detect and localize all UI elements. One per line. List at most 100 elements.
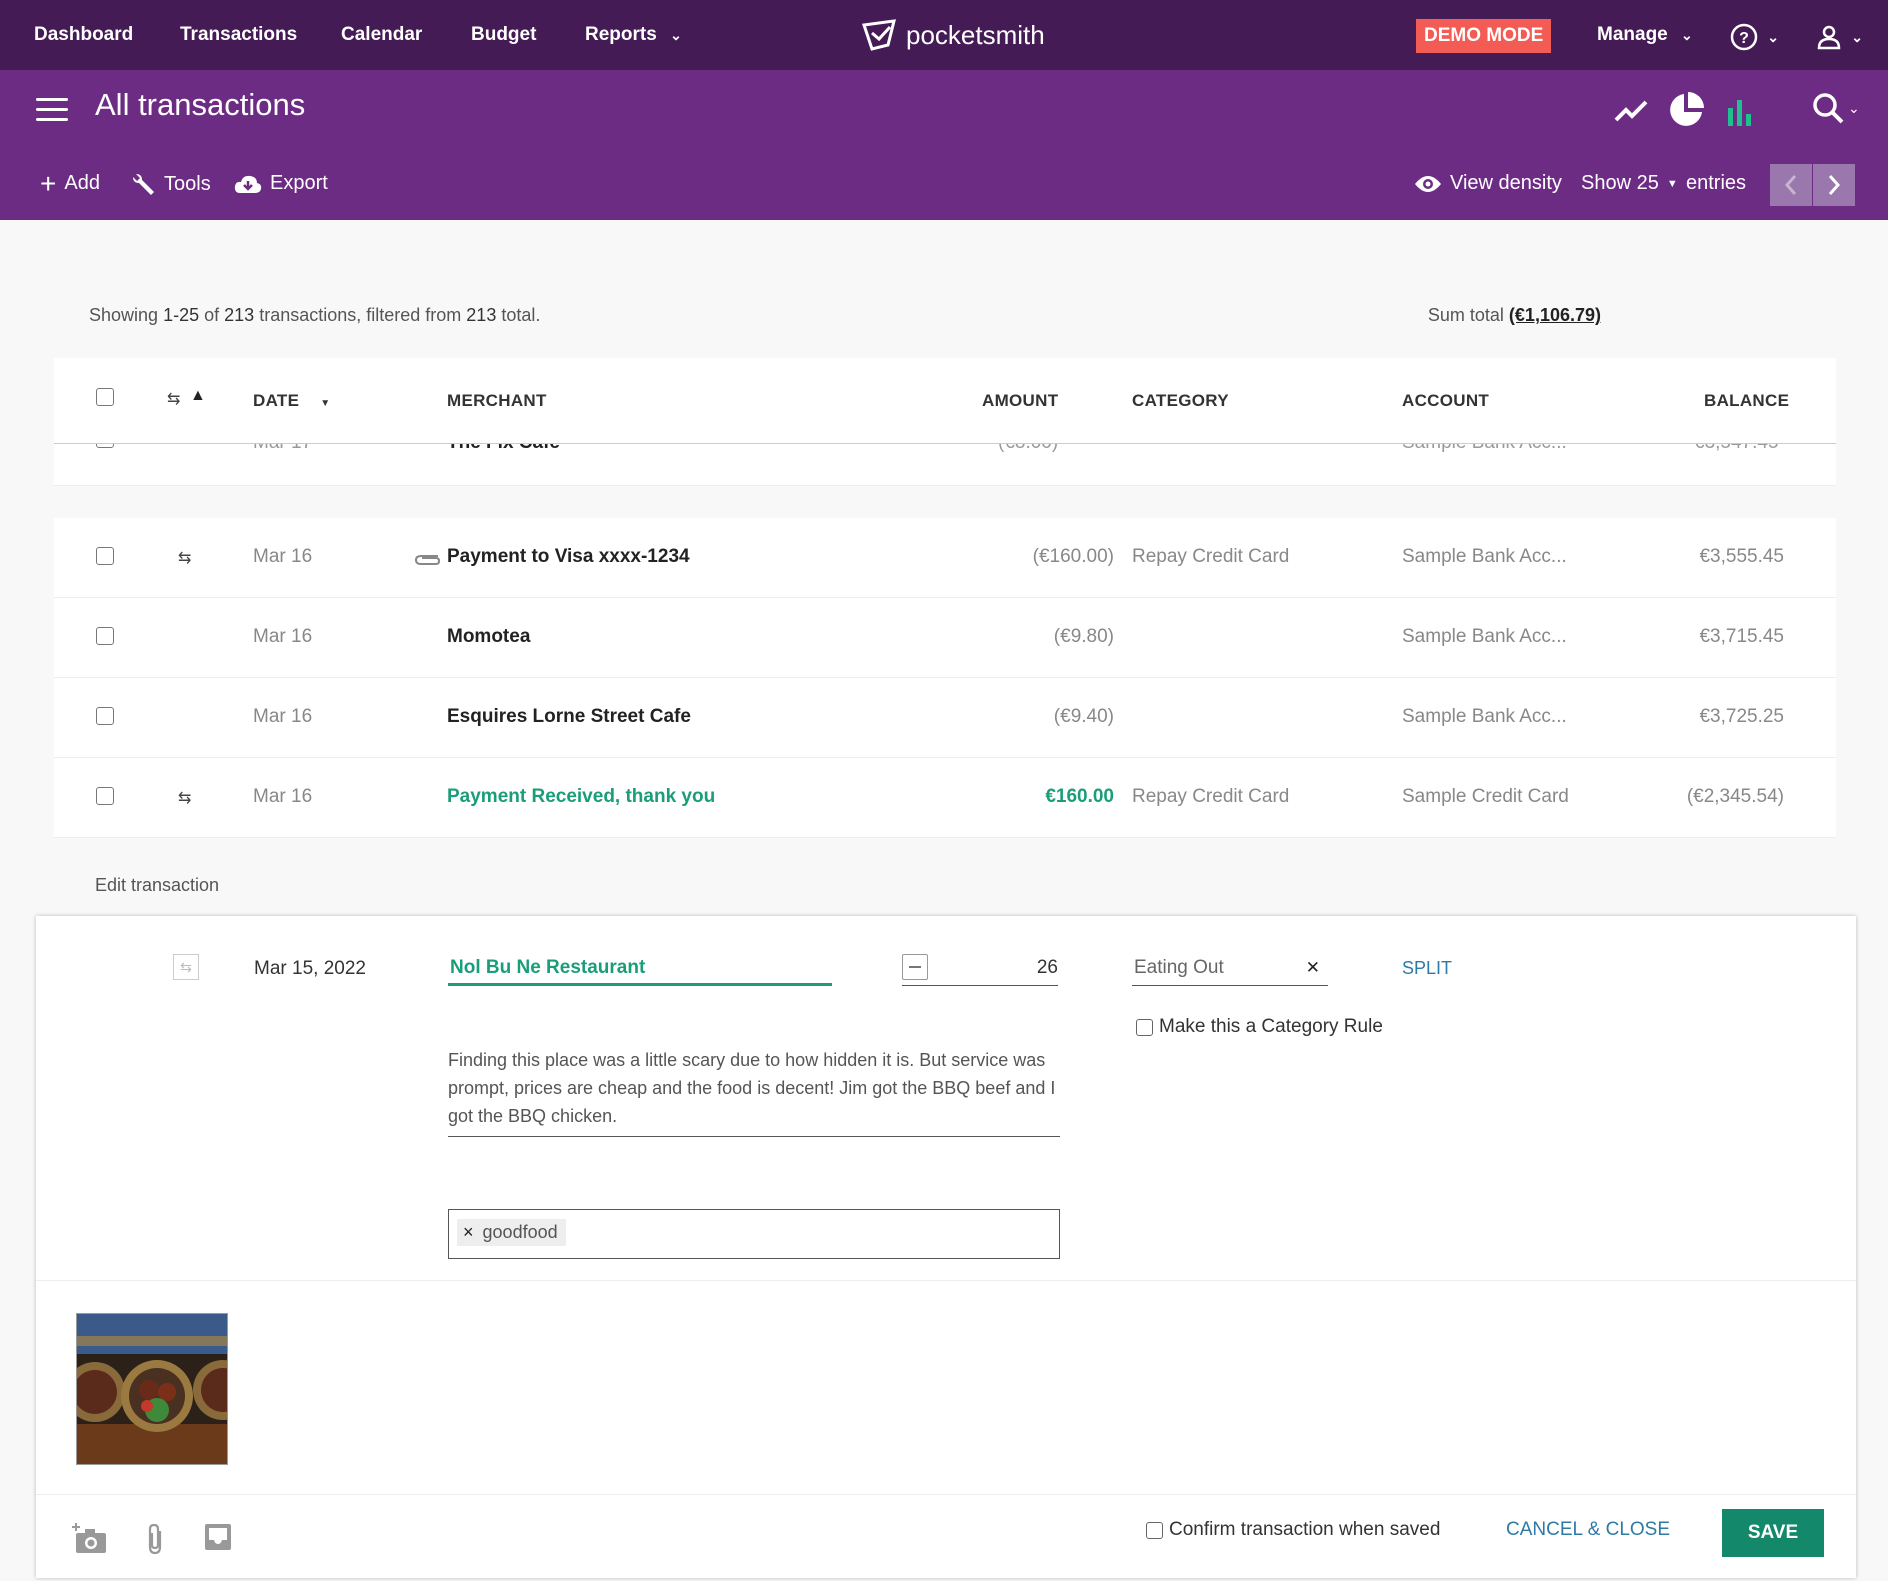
row-balance: (€2,345.54)	[1686, 786, 1784, 807]
nav-reports[interactable]: Reports ⌄	[585, 0, 682, 70]
close-icon[interactable]: ×	[463, 1222, 474, 1242]
paperclip-icon[interactable]	[146, 1523, 164, 1555]
transfer-toggle[interactable]: ⇆	[173, 954, 199, 980]
column-balance[interactable]: BALANCE	[1704, 391, 1789, 411]
cloud-download-icon	[234, 175, 262, 193]
export-button[interactable]: Export	[234, 172, 328, 195]
nav-dashboard[interactable]: Dashboard	[34, 0, 133, 70]
tools-button[interactable]: Tools	[132, 172, 211, 196]
transfer-icon: ⇆	[178, 550, 192, 567]
note-textarea[interactable]: Finding this place was a little scary du…	[448, 1046, 1060, 1137]
chevron-down-icon: ⌄	[1851, 29, 1864, 45]
row-balance: €3,555.45	[1699, 546, 1784, 567]
inbox-icon[interactable]	[204, 1523, 232, 1551]
nav-transactions[interactable]: Transactions	[180, 0, 297, 70]
row-balance: €3,715.45	[1699, 626, 1784, 647]
results-summary: Showing 1-25 of 213 transactions, filter…	[89, 305, 541, 325]
confirm-checkbox[interactable]	[1146, 1521, 1163, 1539]
close-icon[interactable]: ✕	[1306, 952, 1320, 984]
row-account: Sample Bank Acc...	[1402, 546, 1567, 567]
category-input[interactable]: Eating Out ✕	[1132, 952, 1328, 986]
edit-footer: Confirm transaction when saved CANCEL & …	[36, 1494, 1856, 1578]
chevron-down-icon: ⌄	[670, 27, 682, 43]
row-account: Sample Bank Acc...	[1402, 626, 1567, 647]
tags-input[interactable]: × goodfood	[448, 1209, 1060, 1259]
nav-calendar[interactable]: Calendar	[341, 0, 422, 70]
sort-desc-icon: ▼	[320, 398, 331, 409]
nav-reports-label: Reports	[585, 24, 657, 45]
view-density-button[interactable]: View density	[1414, 172, 1562, 195]
row-checkbox[interactable]	[96, 627, 114, 645]
column-amount[interactable]: AMOUNT	[982, 391, 1058, 411]
column-date[interactable]: DATE ▼	[253, 391, 330, 411]
merchant-input[interactable]: Nol Bu Ne Restaurant	[448, 952, 832, 986]
line-chart-icon[interactable]	[1614, 96, 1648, 126]
view-density-label: View density	[1450, 172, 1562, 194]
select-all-checkbox[interactable]	[96, 388, 114, 406]
minus-toggle[interactable]	[902, 954, 928, 980]
sum-total: Sum total (€1,106.79)	[1427, 305, 1601, 325]
attached-photo[interactable]	[76, 1313, 228, 1465]
row-merchant: Payment Received, thank you	[447, 786, 716, 807]
row-account: Sample Credit Card	[1402, 786, 1569, 807]
row-checkbox[interactable]	[96, 547, 114, 565]
page-title: All transactions	[95, 87, 306, 122]
transactions-table: ⇆ Mar 16 Payment to Visa xxxx-1234 (€160…	[54, 518, 1836, 838]
edit-transaction-heading: Edit transaction	[95, 875, 220, 895]
search-icon	[1813, 93, 1844, 124]
pie-chart-icon[interactable]	[1668, 92, 1704, 128]
chevron-right-icon	[1828, 175, 1841, 195]
row-merchant: Momotea	[447, 626, 531, 647]
logo-text: pocketsmith	[906, 19, 1045, 50]
split-button[interactable]: SPLIT	[1402, 958, 1452, 979]
caret-down-icon: ▼	[1666, 177, 1678, 190]
category-rule-checkbox[interactable]	[1136, 1018, 1153, 1036]
transfer-icon: ⇆	[167, 391, 181, 408]
date-field[interactable]: Mar 15, 2022	[254, 958, 366, 980]
chevron-down-icon: ⌄	[1848, 99, 1860, 116]
add-photo-icon[interactable]	[72, 1523, 108, 1555]
bar-chart-icon[interactable]	[1726, 96, 1754, 126]
category-rule-option[interactable]: Make this a Category Rule	[1136, 1016, 1383, 1038]
table-row[interactable]: Mar 17 The Fix Cafe (€8.00) Sample Bank …	[54, 444, 1836, 486]
eye-icon	[1415, 175, 1441, 192]
cancel-close-button[interactable]: CANCEL & CLOSE	[1506, 1519, 1670, 1541]
add-button[interactable]: + Add	[40, 167, 100, 199]
category-rule-label: Make this a Category Rule	[1159, 1016, 1383, 1037]
table-row[interactable]: ⇆ Mar 16 Payment Received, thank you €16…	[54, 758, 1836, 838]
nav-manage-label: Manage	[1597, 24, 1668, 45]
column-merchant[interactable]: MERCHANT	[447, 391, 547, 411]
table-row[interactable]: Mar 16 Momotea (€9.80) Sample Bank Acc..…	[54, 598, 1836, 678]
pocketsmith-logo[interactable]: pocketsmith	[860, 14, 1045, 56]
table-row[interactable]: ⇆ Mar 16 Payment to Visa xxxx-1234 (€160…	[54, 518, 1836, 598]
previous-page-button[interactable]	[1770, 164, 1812, 206]
transfer-icon: ⇆	[180, 958, 192, 975]
column-account[interactable]: ACCOUNT	[1402, 391, 1489, 411]
row-checkbox[interactable]	[96, 707, 114, 725]
logo-icon	[862, 19, 896, 51]
next-page-button[interactable]	[1813, 164, 1855, 206]
food-photo-image	[77, 1314, 227, 1464]
search-menu[interactable]: ⌄	[1812, 92, 1860, 124]
confirm-option[interactable]: Confirm transaction when saved	[1146, 1519, 1440, 1541]
table-row[interactable]: Mar 16 Esquires Lorne Street Cafe (€9.40…	[54, 678, 1836, 758]
row-checkbox[interactable]	[96, 787, 114, 805]
tag-chip[interactable]: × goodfood	[457, 1219, 566, 1246]
plus-icon: +	[40, 167, 57, 199]
sum-total-value[interactable]: (€1,106.79)	[1509, 305, 1601, 325]
row-account: Sample Bank Acc...	[1402, 444, 1567, 454]
nav-manage[interactable]: Manage ⌄	[1597, 0, 1693, 70]
nav-budget[interactable]: Budget	[471, 0, 536, 70]
row-balance: €3,547.45	[1694, 444, 1779, 454]
show-entries-label: Show 25	[1581, 172, 1659, 194]
menu-icon[interactable]	[36, 98, 68, 122]
help-menu[interactable]: ? ⌄	[1730, 22, 1779, 52]
tools-label: Tools	[164, 172, 211, 195]
column-category[interactable]: CATEGORY	[1132, 391, 1229, 411]
user-menu[interactable]: ⌄	[1816, 22, 1863, 52]
save-button[interactable]: SAVE	[1722, 1509, 1824, 1557]
show-entries-select[interactable]: Show 25 ▼	[1581, 172, 1678, 195]
row-merchant: Payment to Visa xxxx-1234	[447, 546, 690, 567]
table-header: ⇆ ▲ DATE ▼ MERCHANT AMOUNT CATEGORY ACCO…	[54, 358, 1836, 444]
row-checkbox[interactable]	[96, 444, 114, 448]
